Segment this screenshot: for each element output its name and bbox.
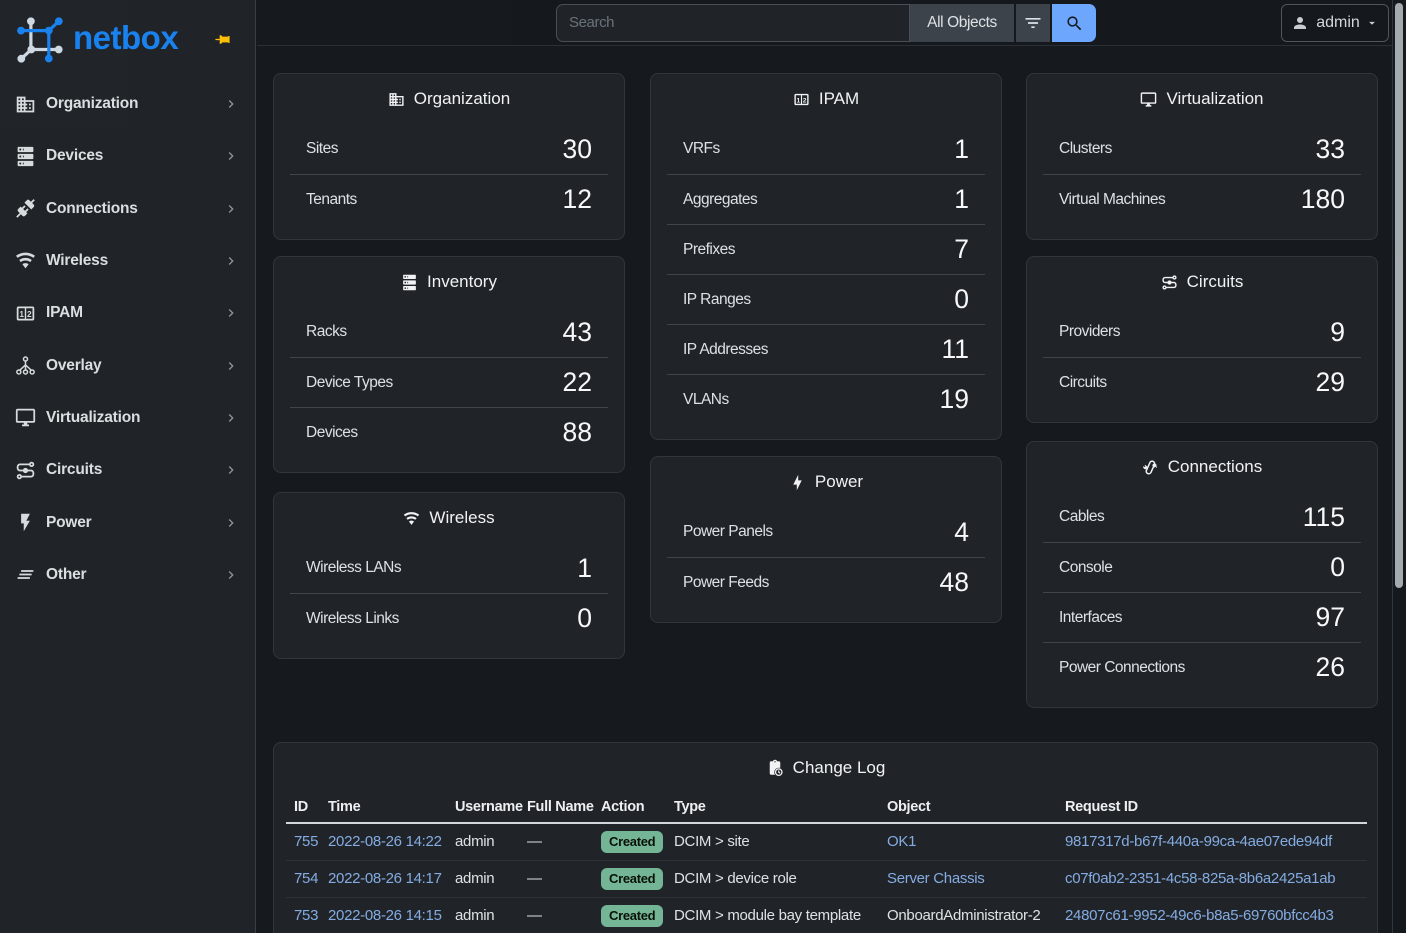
svg-text:1: 1 (19, 309, 24, 319)
svg-text:2: 2 (803, 97, 807, 104)
svg-text:2: 2 (27, 309, 32, 319)
svg-text:1: 1 (796, 97, 800, 104)
